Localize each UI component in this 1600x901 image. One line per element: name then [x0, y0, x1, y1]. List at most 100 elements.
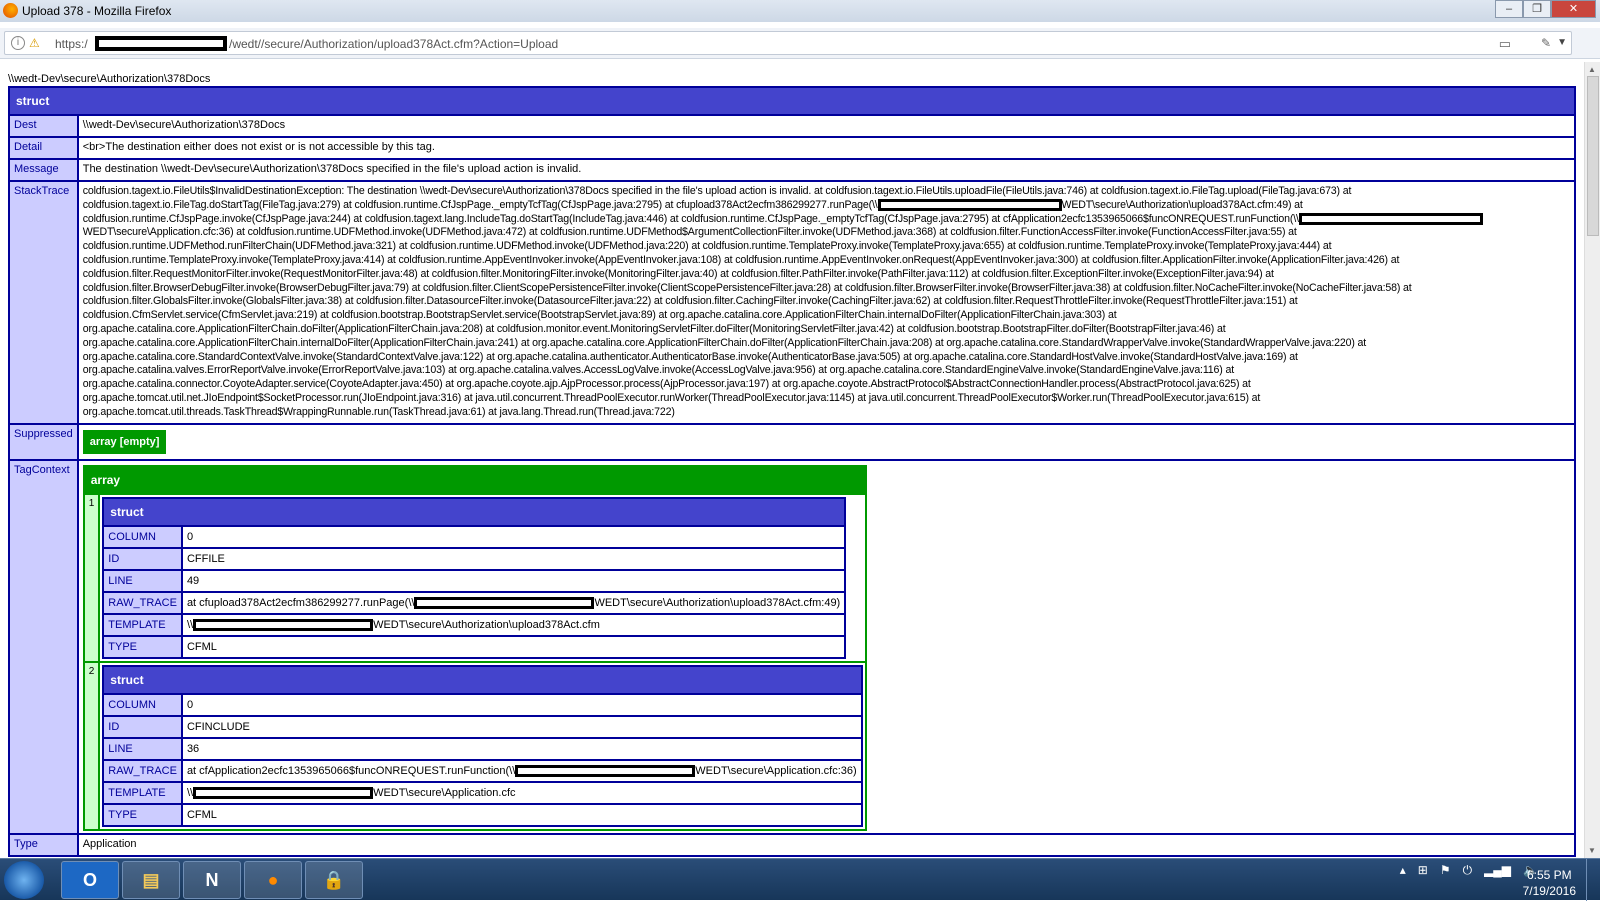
action-center-flag-icon[interactable]: ⚑ [1440, 863, 1451, 877]
struct-header[interactable]: struct [104, 498, 845, 525]
firefox-taskbar-icon[interactable]: ● [244, 861, 302, 899]
stacktrace-line: coldfusion.tagext.io.FileTag.doStartTag(… [83, 199, 1570, 213]
array-index[interactable]: 1 [84, 492, 99, 661]
struct-field-row: LINE 49 [104, 568, 845, 591]
text-segment: coldfusion.runtime.TemplateProxy.invoke(… [82, 253, 1400, 266]
struct-field-row: ID CFINCLUDE [104, 714, 861, 737]
app-icon[interactable]: N [183, 861, 241, 899]
show-desktop-button[interactable] [1586, 859, 1600, 901]
stacktrace-line: coldfusion.runtime.CfJspPage.invoke(CfJs… [83, 213, 1570, 227]
field-key[interactable]: RAW_TRACE [104, 758, 181, 781]
dropdown-icon[interactable]: ▼ [1557, 37, 1567, 48]
window-titlebar: Upload 378 - Mozilla Firefox ‒ ❐ ✕ [0, 0, 1600, 22]
dest-value: \\wedt-Dev\secure\Authorization\378Docs [76, 114, 1574, 136]
stacktrace-line: coldfusion.filter.RequestMonitorFilter.i… [83, 268, 1570, 282]
field-key[interactable]: COLUMN [104, 692, 181, 715]
field-key[interactable]: TEMPLATE [104, 780, 181, 803]
field-value: 49 [180, 568, 845, 591]
struct-field-row: LINE 36 [104, 736, 861, 759]
insecure-lock-icon[interactable]: ⚠ [29, 36, 40, 50]
restore-button[interactable]: ❐ [1523, 0, 1551, 18]
text-segment: coldfusion.CfmServlet.service(CfmServlet… [82, 309, 1117, 322]
text-segment: CFINCLUDE [186, 720, 250, 733]
empty-array-badge[interactable]: array [empty] [82, 429, 167, 454]
scroll-up-icon[interactable]: ▲ [1588, 65, 1596, 74]
power-icon[interactable]: ⏻ [1463, 863, 1473, 877]
text-segment: org.apache.catalina.connector.CoyoteAdap… [82, 378, 1251, 391]
text-segment: at cfApplication2ecfc1353965066$funcONRE… [186, 764, 516, 777]
text-segment: WEDT\secure\Authorization\upload378Act.c… [373, 618, 600, 631]
array-header[interactable]: array [84, 466, 865, 493]
struct-header[interactable]: struct [10, 88, 1574, 114]
text-segment: 49 [186, 574, 200, 587]
type-value: Application [76, 832, 1574, 855]
redaction-box [515, 764, 696, 777]
array-item: 1 struct COLUMN 0 ID CFFILE LINE 49 RAW_TRACE at … [84, 492, 865, 661]
stacktrace-line: org.apache.catalina.core.ApplicationFilt… [83, 323, 1570, 337]
field-key[interactable]: LINE [104, 736, 181, 759]
stacktrace-line: org.apache.tomcat.util.net.JIoEndpoint$S… [83, 392, 1570, 406]
text-segment: 0 [186, 530, 194, 543]
field-key[interactable]: ID [104, 714, 181, 737]
firefox-icon [3, 3, 18, 18]
start-button[interactable] [4, 861, 44, 899]
field-key[interactable]: RAW_TRACE [104, 590, 181, 613]
reader-view-icon[interactable]: ▭ [1499, 36, 1511, 52]
network-signal-icon[interactable]: ▂▄▆ [1484, 863, 1511, 877]
detail-label[interactable]: Detail [10, 136, 77, 158]
redaction-box [1298, 212, 1483, 225]
tagcontext-struct: struct COLUMN 0 ID CFFILE LINE 49 RAW_TRACE at c… [102, 496, 847, 659]
struct-header[interactable]: struct [104, 666, 861, 693]
scrollbar-thumb[interactable] [1587, 76, 1599, 236]
url-bar[interactable]: i ⚠ https:/ /wedt//secure/Authorization/… [4, 31, 1572, 55]
windows-icon[interactable]: ⊞ [1418, 863, 1428, 877]
array-index[interactable]: 2 [84, 660, 99, 829]
outlook-icon[interactable]: O [61, 861, 119, 899]
close-button[interactable]: ✕ [1551, 0, 1596, 18]
type-label[interactable]: Type [10, 832, 77, 855]
field-value: 36 [180, 736, 861, 759]
info-icon[interactable]: i [11, 36, 25, 50]
field-key[interactable]: LINE [104, 568, 181, 591]
field-key[interactable]: TYPE [104, 634, 181, 657]
detail-value: <br>The destination either does not exis… [76, 136, 1574, 158]
scroll-down-icon[interactable]: ▼ [1588, 846, 1596, 855]
field-key[interactable]: ID [104, 546, 181, 569]
suppressed-label[interactable]: Suppressed [10, 422, 77, 459]
clock[interactable]: 6:55 PM 7/19/2016 [1523, 867, 1576, 899]
tagcontext-array: array 1 struct COLUMN 0 ID CFFILE LINE 49 RAW_TR… [82, 464, 867, 831]
file-explorer-icon[interactable]: ▤ [122, 861, 180, 899]
show-hidden-icons-icon[interactable]: ▴ [1400, 863, 1406, 877]
text-segment: CFFILE [186, 552, 225, 565]
vertical-scrollbar[interactable]: ▲ ▼ [1584, 62, 1600, 858]
url-path: /wedt//secure/Authorization/upload378Act… [229, 37, 559, 51]
stacktrace-line: org.apache.tomcat.util.threads.TaskThrea… [83, 406, 1570, 420]
field-key[interactable]: COLUMN [104, 524, 181, 547]
stacktrace-line: org.apache.catalina.connector.CoyoteAdap… [83, 378, 1570, 392]
lock-app-icon[interactable]: 🔒 [305, 861, 363, 899]
text-segment: CFML [186, 808, 217, 821]
dest-label[interactable]: Dest [10, 114, 77, 136]
cfdump-struct: struct Dest \\wedt-Dev\secure\Authorizati… [8, 86, 1576, 857]
text-segment: CFML [186, 640, 217, 653]
clock-date: 7/19/2016 [1522, 884, 1576, 898]
text-segment: org.apache.tomcat.util.threads.TaskThrea… [82, 405, 675, 418]
field-value: 0 [180, 692, 861, 715]
array-item: 2 struct COLUMN 0 ID CFINCLUDE LINE 36 RAW_TRACE… [84, 660, 865, 829]
navigation-bar: i ⚠ https:/ /wedt//secure/Authorization/… [0, 28, 1600, 59]
minimize-button[interactable]: ‒ [1495, 0, 1523, 18]
extension-icon[interactable]: ✎ [1541, 36, 1551, 50]
window-title: Upload 378 - Mozilla Firefox [22, 4, 172, 18]
stacktrace-label[interactable]: StackTrace [10, 180, 77, 423]
tagcontext-label[interactable]: TagContext [10, 458, 77, 833]
field-value: \\ WEDT\secure\Authorization\upload378Act… [180, 612, 845, 635]
message-label[interactable]: Message [10, 158, 77, 180]
field-key[interactable]: TYPE [104, 802, 181, 825]
stacktrace-line: coldfusion.CfmServlet.service(CfmServlet… [83, 309, 1570, 323]
row-suppressed: Suppressed array [empty] [10, 422, 1574, 459]
redacted-host [95, 36, 227, 51]
page-content: \\wedt-Dev\secure\Authorization\378Docs … [0, 62, 1584, 858]
stacktrace-line: org.apache.catalina.core.ApplicationFilt… [83, 337, 1570, 351]
text-segment: 0 [186, 698, 194, 711]
field-key[interactable]: TEMPLATE [104, 612, 181, 635]
